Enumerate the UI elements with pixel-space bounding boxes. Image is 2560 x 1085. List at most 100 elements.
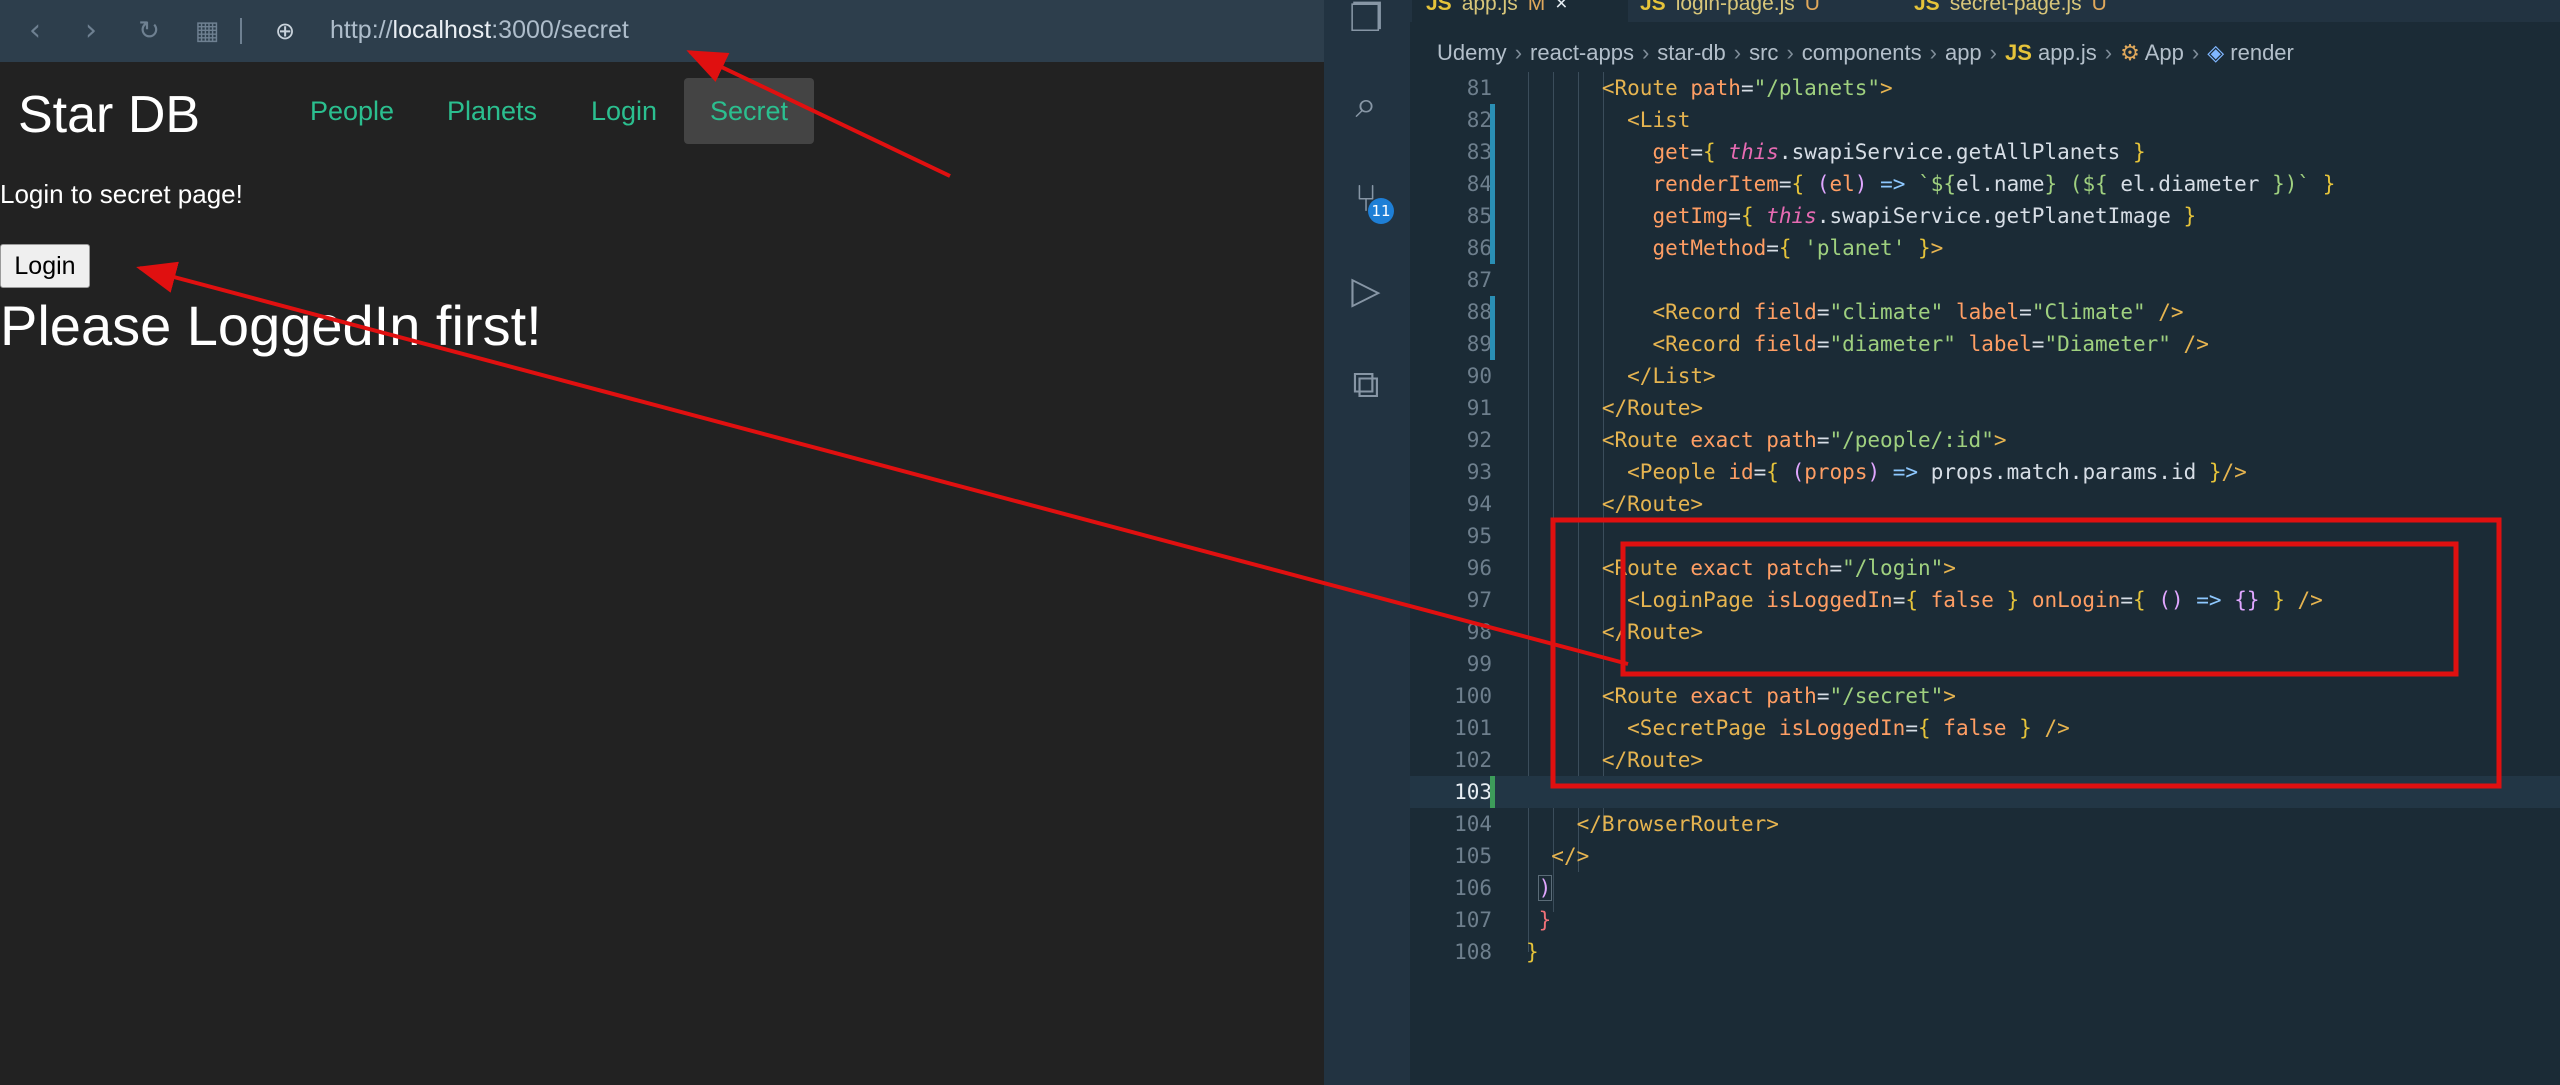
code-text: } (1526, 940, 1539, 964)
forward-icon[interactable]: › (74, 14, 108, 48)
login-button[interactable]: Login (0, 244, 90, 288)
tab-label: app.js (1461, 0, 1518, 15)
code-line: 85 getImg={ this.swapiService.getPlanetI… (1410, 200, 2560, 232)
code-line: 100 <Route exact path="/secret"> (1410, 680, 2560, 712)
grid-icon[interactable]: ▦ (190, 14, 224, 48)
code-line: 106 ) (1410, 872, 2560, 904)
address-bar[interactable]: http://localhost:3000/secret (330, 12, 629, 48)
code-line: 82 <List (1410, 104, 2560, 136)
code-line: 97 <LoginPage isLoggedIn={ false } onLog… (1410, 584, 2560, 616)
run-debug-icon[interactable]: ▷ (1342, 266, 1390, 314)
code-text: <Route exact path="/secret"> (1601, 684, 1956, 708)
breadcrumb-item[interactable]: app (1945, 40, 1982, 65)
tab-label: login-page.js (1675, 0, 1795, 15)
code-text: <List (1627, 108, 1691, 132)
code-line: 99 (1466, 652, 1492, 676)
code-line: 88 <Record field="climate" label="Climat… (1410, 296, 2560, 328)
url-scheme: http:// (330, 16, 393, 44)
code-text: <SecretPage isLoggedIn={ false } /> (1627, 716, 2070, 740)
code-text: </Route> (1601, 748, 1704, 772)
code-line: 107 } (1410, 904, 2560, 936)
code-line: 101 <SecretPage isLoggedIn={ false } /> (1410, 712, 2560, 744)
nav-link-secret[interactable]: Secret (684, 78, 814, 144)
code-text: <Record field="diameter" label="Diameter… (1652, 332, 2209, 356)
globe-icon: ⊕ (274, 17, 296, 45)
breadcrumb-item[interactable]: react-apps (1530, 40, 1634, 65)
code-line: 93 <People id={ (props) => props.match.p… (1410, 456, 2560, 488)
code-line: 90 </List> (1410, 360, 2560, 392)
code-text: getMethod={ 'planet' }> (1652, 236, 1944, 260)
close-icon[interactable]: × (1555, 0, 1567, 15)
js-file-icon: JS (1914, 0, 1940, 15)
browser-window (0, 0, 1324, 1085)
js-file-icon: JS (1426, 0, 1452, 15)
reload-icon[interactable]: ↻ (132, 14, 166, 48)
code-text: } (1526, 908, 1552, 932)
breadcrumb-item[interactable]: src (1749, 40, 1778, 65)
code-text: <LoginPage isLoggedIn={ false } onLogin=… (1627, 588, 2323, 612)
back-icon[interactable]: ‹ (18, 14, 52, 48)
breadcrumb-item[interactable]: Udemy (1437, 40, 1507, 65)
code-text: </Route> (1601, 492, 1704, 516)
breadcrumb-item[interactable]: star-db (1657, 40, 1725, 65)
code-text: <Route exact patch="/login"> (1601, 556, 1956, 580)
tab-login-page-js[interactable]: JS login-page.js U (1640, 0, 1820, 22)
activity-bar (1324, 0, 1410, 1085)
js-file-icon: JS (2005, 40, 2032, 65)
code-text: getImg={ this.swapiService.getPlanetImag… (1652, 204, 2197, 228)
code-line: 98 </Route> (1410, 616, 2560, 648)
code-text: </BrowserRouter> (1576, 812, 1779, 836)
code-line: 83 get={ this.swapiService.getAllPlanets… (1410, 136, 2560, 168)
breadcrumb-item[interactable]: components (1802, 40, 1922, 65)
brand-title[interactable]: Star DB (18, 80, 200, 150)
tab-secret-page-js[interactable]: JS secret-page.js U (1914, 0, 2107, 22)
search-icon[interactable]: ⌕ (1342, 80, 1390, 128)
url-path: :3000/secret (491, 16, 629, 44)
code-line: 84 renderItem={ (el) => `${el.name} (${ … (1410, 168, 2560, 200)
code-text: </List> (1627, 364, 1716, 388)
code-text: ) (1537, 875, 1553, 901)
code-text: get={ this.swapiService.getAllPlanets } (1652, 140, 2146, 164)
extensions-icon[interactable]: ⧉ (1342, 360, 1390, 408)
js-file-icon: JS (1640, 0, 1666, 15)
code-line: 105 </> (1410, 840, 2560, 872)
code-line: 94 </Route> (1410, 488, 2560, 520)
code-text: </Route> (1601, 396, 1704, 420)
nav-link-people[interactable]: People (310, 78, 394, 144)
breadcrumb-item[interactable]: app.js (2038, 40, 2097, 65)
code-line: 89 <Record field="diameter" label="Diame… (1410, 328, 2560, 360)
code-line: 102 </Route> (1410, 744, 2560, 776)
method-icon: ◈ (2207, 40, 2225, 65)
code-text: </> (1551, 844, 1590, 868)
breadcrumb-item[interactable]: App (2145, 40, 2184, 65)
code-line-current: 103 (1410, 776, 2560, 808)
nav-link-login[interactable]: Login (591, 78, 657, 144)
code-line: 81 <Route path="/planets"> (1410, 72, 2560, 104)
code-line: 91 </Route> (1410, 392, 2560, 424)
breadcrumb-item[interactable]: render (2230, 40, 2294, 65)
code-text: <Route exact path="/people/:id"> (1601, 428, 2007, 452)
code-line: 104 </BrowserRouter> (1410, 808, 2560, 840)
code-line: 95 (1466, 524, 1492, 548)
nav-link-planets[interactable]: Planets (447, 78, 537, 144)
tab-label: secret-page.js (1949, 0, 2082, 15)
tab-status: U (1804, 0, 1820, 15)
breadcrumb: Udemy › react-apps › star-db › src › components ›… (1437, 40, 2294, 65)
code-text: </Route> (1601, 620, 1704, 644)
component-icon: ⚙ (2120, 40, 2140, 65)
tab-app-js[interactable]: JS app.js M × (1412, 0, 1628, 22)
code-text: <People id={ (props) => props.match.para… (1627, 460, 2247, 484)
code-line: 92 <Route exact path="/people/:id"> (1410, 424, 2560, 456)
explorer-icon[interactable]: ❐ (1342, 0, 1390, 42)
warning-heading: Please LoggedIn first! (0, 294, 542, 357)
url-host: localhost (392, 16, 492, 44)
tab-status: U (2091, 0, 2107, 15)
code-line: 87 (1466, 268, 1492, 292)
code-line: 96 <Route exact patch="/login"> (1410, 552, 2560, 584)
toolbar-divider (240, 18, 242, 44)
source-control-badge: 11 (1368, 198, 1394, 224)
code-text: <Record field="climate" label="Climate" … (1652, 300, 2184, 324)
code-line: 86 getMethod={ 'planet' }> (1410, 232, 2560, 264)
code-line: 108} (1410, 936, 2560, 968)
tab-status: M (1527, 0, 1546, 15)
